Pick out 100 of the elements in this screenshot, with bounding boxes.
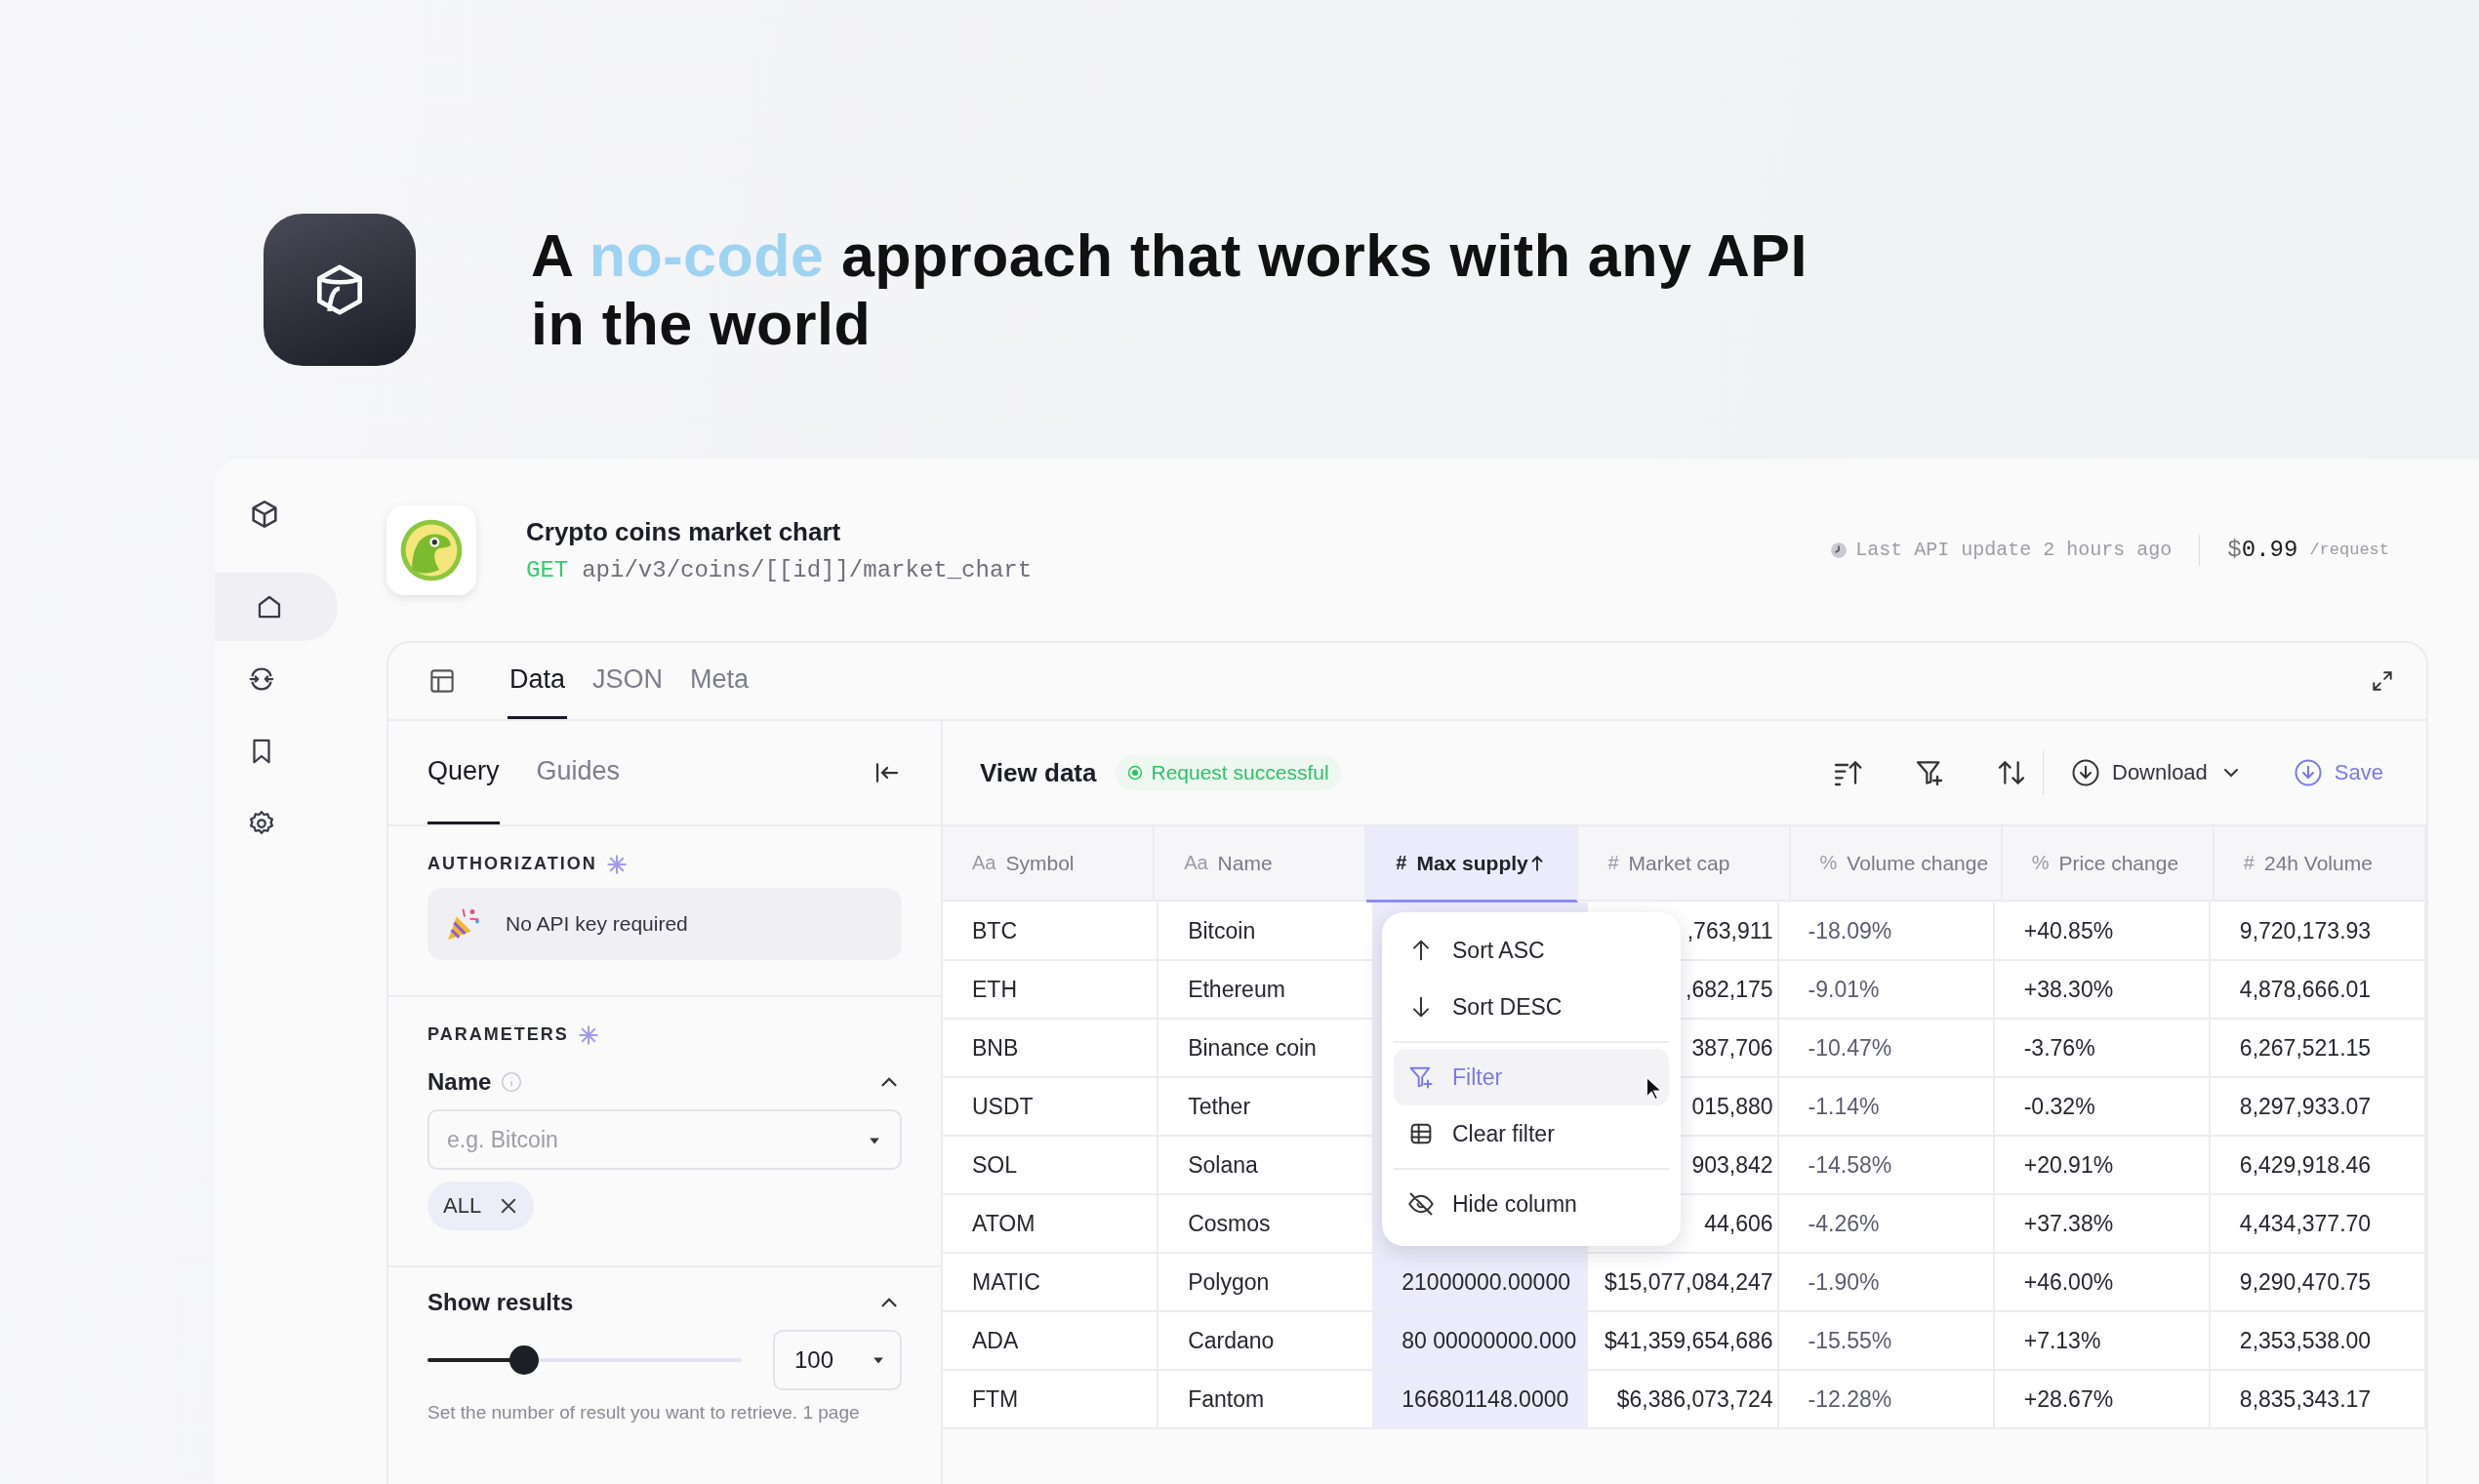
panel-tab[interactable]: Query bbox=[427, 721, 500, 824]
section-heading: PARAMETERS bbox=[427, 1024, 569, 1045]
table-cell: Ethereum bbox=[1188, 976, 1285, 1003]
table-cell: Solana bbox=[1188, 1151, 1258, 1179]
column-header[interactable]: Aa Symbol bbox=[943, 826, 1156, 902]
view-tab[interactable]: Data bbox=[508, 643, 568, 719]
download-icon[interactable] bbox=[2071, 758, 2100, 787]
table-cell: -0.32% bbox=[2023, 1093, 2095, 1120]
endpoint-path: api/v3/coins/[[id]]/market_chart bbox=[582, 556, 1033, 583]
headline: A no-code approach that works with any API in the world bbox=[531, 221, 1808, 358]
lizard-logo-icon bbox=[386, 504, 476, 595]
table-cell: 4,434,377.70 bbox=[2239, 1210, 2372, 1237]
table-cell: 44,606 bbox=[1704, 1210, 1773, 1237]
table-cell: -4.26% bbox=[1808, 1210, 1880, 1237]
last-update-text: Last API update 2 hours ago bbox=[1855, 539, 2173, 561]
menu-item[interactable]: Sort ASC bbox=[1394, 922, 1669, 979]
table-cell: 21000000.00000 bbox=[1402, 1268, 1570, 1296]
table-cell: 2,353,538.00 bbox=[2239, 1327, 2372, 1354]
table-cell: $41,359,654,686 bbox=[1604, 1327, 1773, 1354]
table-cell: 6,429,918.46 bbox=[2239, 1151, 2372, 1179]
price-unit: /request bbox=[2309, 541, 2389, 559]
http-method: GET bbox=[526, 556, 569, 583]
table-cell: Bitcoin bbox=[1188, 917, 1256, 944]
endpoint-title: Crypto coins market chart bbox=[526, 516, 842, 547]
field-label: Name bbox=[427, 1068, 492, 1096]
save-button[interactable]: Save bbox=[2289, 754, 2387, 791]
table-cell: Cosmos bbox=[1188, 1210, 1271, 1237]
table-cell: BTC bbox=[972, 917, 1017, 944]
menu-item[interactable]: Filter bbox=[1394, 1049, 1669, 1105]
table-cell: 015,880 bbox=[1691, 1093, 1773, 1120]
table-cell: -1.90% bbox=[1808, 1268, 1880, 1296]
table-cell: -10.47% bbox=[1808, 1034, 1892, 1062]
table-cell: 166801148.0000 bbox=[1402, 1385, 1569, 1413]
table-cell: 6,267,521.15 bbox=[2239, 1034, 2372, 1062]
table-cell: +20.91% bbox=[2023, 1151, 2114, 1179]
status-badge: Request successful bbox=[1116, 755, 1341, 790]
table-cell: 903,842 bbox=[1691, 1151, 1773, 1179]
table-cell: SOL bbox=[972, 1151, 1018, 1179]
menu-item[interactable]: Clear filter bbox=[1394, 1105, 1669, 1162]
download-button[interactable]: Download bbox=[2067, 754, 2247, 791]
table-cell: +38.30% bbox=[2023, 976, 2114, 1003]
name-select-field[interactable]: e.g. Bitcoin bbox=[427, 1109, 902, 1170]
table-cell: -15.55% bbox=[1808, 1327, 1892, 1354]
table-cell: -14.58% bbox=[1808, 1151, 1892, 1179]
table-cell: Tether bbox=[1188, 1093, 1251, 1120]
table-cell: ,682,175 bbox=[1686, 976, 1773, 1003]
table-cell: 387,706 bbox=[1691, 1034, 1773, 1062]
table-cell: Binance coin bbox=[1188, 1034, 1317, 1062]
column-header[interactable]: Aa Name bbox=[1155, 826, 1367, 902]
clock-icon bbox=[1830, 541, 1849, 559]
table-cell: ,763,911 bbox=[1687, 917, 1773, 944]
table-cell: +7.13% bbox=[2023, 1327, 2101, 1354]
table-cell: -12.28% bbox=[1808, 1385, 1892, 1413]
menu-item[interactable]: Hide column bbox=[1394, 1176, 1669, 1232]
note-text: No API key required bbox=[506, 912, 688, 936]
table-cell: USDT bbox=[972, 1093, 1034, 1120]
view-tab[interactable]: Meta bbox=[688, 643, 752, 719]
table-cell: -18.09% bbox=[1808, 917, 1892, 944]
table-cell: BNB bbox=[972, 1034, 1019, 1062]
table-cell: Cardano bbox=[1188, 1327, 1275, 1354]
table-cell: 8,297,933.07 bbox=[2239, 1093, 2372, 1120]
table-cell: -3.76% bbox=[2023, 1034, 2095, 1062]
table-cell: $15,077,084,247 bbox=[1604, 1268, 1773, 1296]
table-cell: $6,386,073,724 bbox=[1616, 1385, 1773, 1413]
column-header[interactable]: # Max supply bbox=[1366, 826, 1579, 902]
table-cell: 8,835,343.17 bbox=[2239, 1385, 2372, 1413]
view-tab[interactable]: JSON bbox=[590, 643, 666, 719]
table-cell: -9.01% bbox=[1808, 976, 1880, 1003]
eye-off-icon[interactable] bbox=[1407, 1190, 1435, 1218]
column-header[interactable]: # 24h Volume bbox=[2214, 826, 2426, 902]
table-cell: +37.38% bbox=[2023, 1210, 2114, 1237]
table-cell: 4,878,666.01 bbox=[2239, 976, 2372, 1003]
table-cell: ADA bbox=[972, 1327, 1019, 1354]
table-cell: ETH bbox=[972, 976, 1017, 1003]
table-cell: +28.67% bbox=[2023, 1385, 2114, 1413]
filter-chip[interactable]: ALL bbox=[427, 1182, 535, 1230]
table-cell: 9,290,470.75 bbox=[2239, 1268, 2372, 1296]
currency-sign: $ bbox=[2227, 537, 2242, 563]
column-header[interactable]: # Market cap bbox=[1578, 826, 1791, 902]
asterisk-icon bbox=[578, 1024, 598, 1045]
info-icon bbox=[501, 1071, 523, 1093]
table-cell: 80 00000000.000 bbox=[1402, 1327, 1577, 1354]
panel-tab[interactable]: Guides bbox=[536, 721, 621, 824]
expand-icon[interactable] bbox=[2370, 668, 2395, 694]
column-header[interactable]: % Volume change bbox=[1790, 826, 2003, 902]
menu-item[interactable]: Sort DESC bbox=[1394, 979, 1669, 1035]
results-select[interactable]: 100 bbox=[773, 1330, 902, 1390]
table-cell: FTM bbox=[972, 1385, 1019, 1413]
field-label: Show results bbox=[427, 1289, 574, 1316]
table-cell: -1.14% bbox=[1808, 1093, 1880, 1120]
table-cell: +46.00% bbox=[2023, 1268, 2114, 1296]
section-heading: AUTHORIZATION bbox=[427, 854, 597, 874]
slider-thumb[interactable] bbox=[508, 1345, 539, 1375]
table-cell: Fantom bbox=[1188, 1385, 1265, 1413]
table-cell: Polygon bbox=[1188, 1268, 1270, 1296]
table-cell: +40.85% bbox=[2023, 917, 2114, 944]
table-cell: ATOM bbox=[972, 1210, 1036, 1237]
help-text: Set the number of result you want to retrieve. 1 page bbox=[427, 1402, 861, 1424]
layout-icon[interactable] bbox=[427, 666, 457, 696]
column-header[interactable]: % Price change bbox=[2002, 826, 2215, 902]
